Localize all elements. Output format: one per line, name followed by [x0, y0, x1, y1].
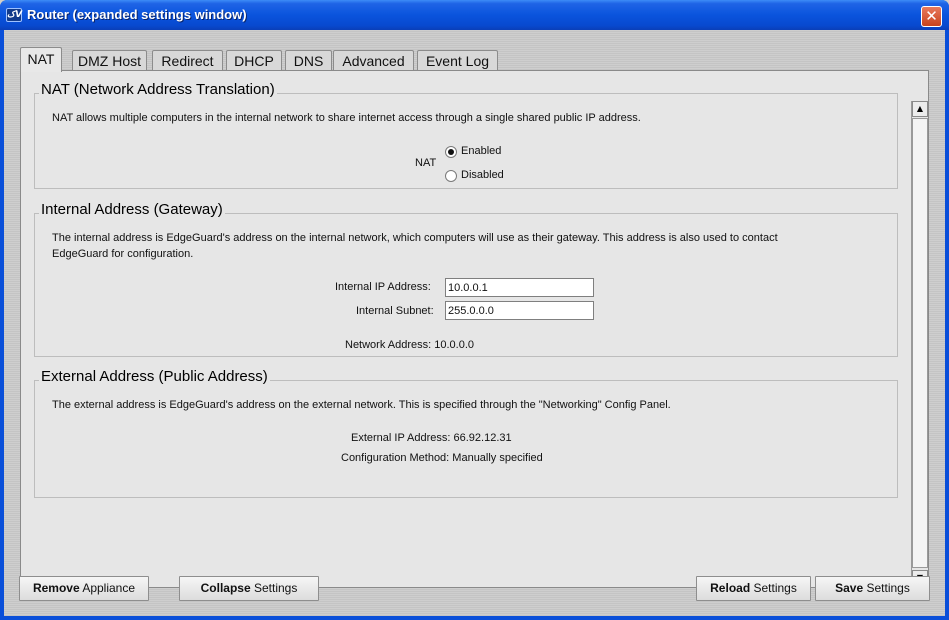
collapse-button-bold: Collapse — [200, 581, 251, 595]
save-button-bold: Save — [835, 581, 864, 595]
nat-enabled-radio[interactable] — [445, 146, 457, 158]
scroll-up-icon[interactable]: ▲ — [912, 101, 928, 117]
external-address-group: External Address (Public Address) The ex… — [34, 368, 898, 498]
tab-dns[interactable]: DNS — [285, 50, 332, 71]
remove-appliance-button[interactable]: Remove Appliance — [19, 576, 149, 601]
remove-button-bold: Remove — [32, 581, 80, 595]
title-bar[interactable]: کV Router (expanded settings window) ✕ — [0, 0, 949, 30]
tab-advanced[interactable]: Advanced — [333, 50, 414, 71]
app-logo-icon: کV — [6, 8, 23, 22]
window-client-area: NAT DMZ Host Redirect DHCP DNS Advanced … — [4, 30, 945, 616]
external-group-title: External Address (Public Address) — [39, 368, 270, 385]
save-settings-button[interactable]: Save Settings — [815, 576, 930, 601]
nat-description: NAT allows multiple computers in the int… — [52, 112, 641, 124]
nat-field-label: NAT — [415, 157, 437, 169]
tab-event-log[interactable]: Event Log — [417, 50, 498, 71]
configuration-method: Configuration Method: Manually specified — [341, 452, 543, 464]
reload-button-bold: Reload — [710, 581, 751, 595]
internal-group-title: Internal Address (Gateway) — [39, 201, 225, 218]
vertical-scrollbar[interactable]: ▲ ▼ — [911, 101, 928, 587]
window-title: Router (expanded settings window) — [27, 7, 247, 22]
collapse-settings-button[interactable]: Collapse Settings — [179, 576, 319, 601]
internal-description-line2: EdgeGuard for configuration. — [52, 248, 194, 260]
nat-group: NAT (Network Address Translation) NAT al… — [34, 81, 898, 189]
internal-ip-input[interactable] — [445, 278, 594, 297]
internal-description-line1: The internal address is EdgeGuard's addr… — [52, 232, 778, 244]
nat-enabled-label[interactable]: Enabled — [461, 145, 501, 157]
tab-dmz-host[interactable]: DMZ Host — [72, 50, 147, 71]
close-button[interactable]: ✕ — [921, 6, 942, 27]
external-description: The external address is EdgeGuard's addr… — [52, 399, 671, 411]
internal-subnet-input[interactable] — [445, 301, 594, 320]
reload-button-rest: Settings — [750, 581, 797, 595]
nat-group-title: NAT (Network Address Translation) — [39, 81, 277, 98]
tab-nat[interactable]: NAT — [20, 47, 62, 72]
internal-ip-label: Internal IP Address: — [335, 281, 431, 293]
router-settings-window: کV Router (expanded settings window) ✕ N… — [0, 0, 949, 620]
tab-dhcp[interactable]: DHCP — [226, 50, 282, 71]
remove-button-rest: Appliance — [79, 581, 136, 595]
collapse-button-rest: Settings — [250, 581, 298, 595]
nat-disabled-radio[interactable] — [445, 170, 457, 182]
reload-settings-button[interactable]: Reload Settings — [696, 576, 811, 601]
save-button-rest: Settings — [863, 581, 910, 595]
internal-address-group: Internal Address (Gateway) The internal … — [34, 201, 898, 357]
settings-panel: NAT (Network Address Translation) NAT al… — [20, 70, 929, 588]
network-address: Network Address: 10.0.0.0 — [345, 339, 475, 351]
tab-redirect[interactable]: Redirect — [152, 50, 223, 71]
internal-subnet-label: Internal Subnet: — [356, 305, 434, 317]
nat-disabled-label[interactable]: Disabled — [461, 169, 504, 181]
scrollbar-thumb[interactable] — [912, 118, 928, 568]
external-ip-address: External IP Address: 66.92.12.31 — [351, 432, 512, 444]
